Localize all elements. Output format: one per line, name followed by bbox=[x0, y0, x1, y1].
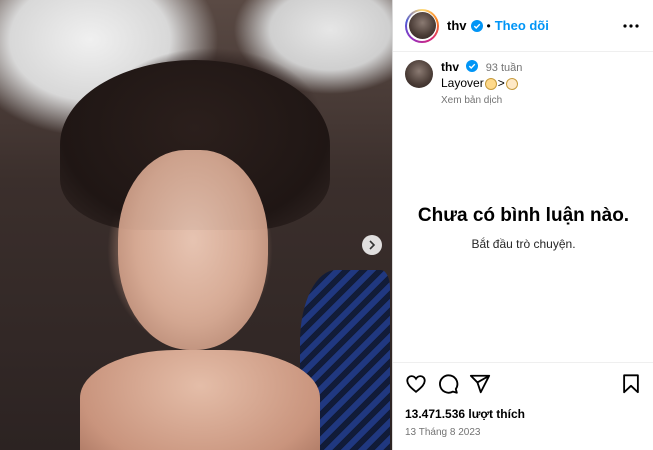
see-translation-link[interactable]: Xem bản dịch bbox=[441, 93, 522, 108]
share-icon[interactable] bbox=[469, 373, 491, 395]
verified-icon bbox=[470, 19, 483, 32]
photo-hand bbox=[80, 350, 320, 450]
post-date: 13 Tháng 8 2023 bbox=[405, 427, 481, 438]
caption-avatar[interactable] bbox=[405, 60, 433, 88]
caption-text-prefix: Layover bbox=[441, 76, 484, 90]
post-caption: thv 93 tuần Layover > Xem bản dịch bbox=[393, 52, 653, 108]
more-options-button[interactable] bbox=[621, 16, 641, 36]
story-avatar-ring[interactable] bbox=[405, 8, 439, 43]
header-username[interactable]: thv bbox=[447, 18, 467, 33]
caption-text-mid: > bbox=[497, 76, 505, 90]
bookmark-icon[interactable] bbox=[620, 373, 642, 395]
post-photo bbox=[0, 0, 392, 450]
photo-face bbox=[118, 150, 268, 350]
comment-icon[interactable] bbox=[437, 373, 459, 395]
comments-empty-state: Chưa có bình luận nào. Bắt đầu trò chuyệ… bbox=[393, 205, 653, 251]
caption-time: 93 tuần bbox=[485, 62, 523, 74]
next-photo-button[interactable] bbox=[362, 235, 382, 255]
heart-icon[interactable] bbox=[405, 373, 427, 395]
no-comments-subtitle: Bắt đầu trò chuyện. bbox=[471, 237, 576, 251]
chevron-right-icon bbox=[369, 240, 376, 250]
emoji-face-icon bbox=[505, 77, 518, 90]
likes-count[interactable]: 13.471.536 lượt thích bbox=[405, 407, 642, 421]
separator-dot: • bbox=[486, 18, 491, 33]
no-comments-title: Chưa có bình luận nào. bbox=[417, 205, 630, 226]
verified-icon bbox=[466, 60, 479, 72]
follow-button[interactable]: Theo dõi bbox=[495, 18, 549, 33]
post-detail-panel: thv • Theo dõi thv 93 tuần Layover > Xem… bbox=[392, 0, 653, 450]
avatar bbox=[408, 12, 436, 39]
post-header: thv • Theo dõi bbox=[393, 0, 653, 52]
emoji-face-icon bbox=[484, 77, 497, 90]
more-icon bbox=[623, 23, 639, 28]
caption-text: Layover > bbox=[441, 76, 522, 91]
post-actions: 13.471.536 lượt thích 13 Tháng 8 2023 bbox=[393, 362, 653, 438]
caption-username[interactable]: thv bbox=[441, 60, 459, 74]
